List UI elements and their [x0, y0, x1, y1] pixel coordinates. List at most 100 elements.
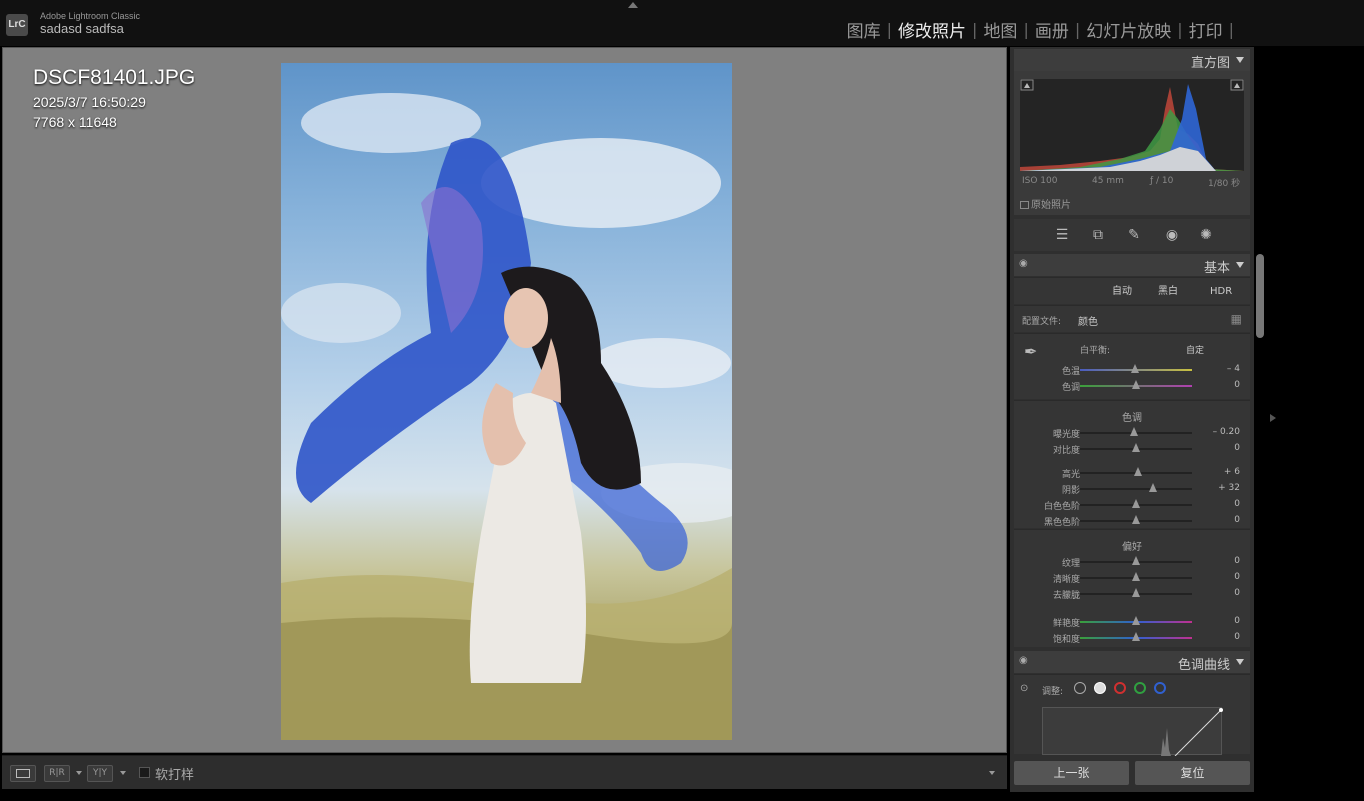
right-panel-toggle-icon[interactable] — [1270, 414, 1276, 422]
slider-thumb-icon[interactable] — [1132, 499, 1140, 508]
slider-thumb-icon[interactable] — [1132, 443, 1140, 452]
white-balance-slider-label: 色温 — [1061, 367, 1080, 377]
swap-dropdown-icon[interactable] — [120, 771, 126, 775]
photo-preview[interactable] — [281, 63, 732, 740]
white-balance-slider-track[interactable] — [1080, 364, 1192, 373]
tone-curve-graph[interactable] — [1042, 707, 1223, 757]
module-print[interactable]: 打印 — [1183, 17, 1229, 42]
presence-slider-track[interactable] — [1080, 588, 1192, 597]
red-eye-icon[interactable]: ◉ — [1162, 225, 1182, 245]
previous-button[interactable]: 上一张 — [1014, 761, 1129, 785]
masking-icon[interactable]: ✺ — [1196, 225, 1216, 245]
soft-proof-checkbox[interactable] — [139, 767, 150, 778]
photo-datetime: 2025/3/7 16:50:29 — [33, 94, 146, 110]
reset-button[interactable]: 复位 — [1135, 761, 1250, 785]
tone-curve-header[interactable]: ◉ 色调曲线 — [1014, 651, 1250, 673]
module-book[interactable]: 画册 — [1029, 17, 1075, 42]
red-channel-icon[interactable] — [1114, 682, 1126, 694]
auto-button[interactable]: 自动 — [1106, 284, 1138, 300]
tone-slider-value[interactable]: + 32 — [1218, 483, 1240, 493]
tone-slider-track[interactable] — [1080, 467, 1192, 476]
module-slideshow[interactable]: 幻灯片放映 — [1080, 17, 1177, 42]
slider-thumb-icon[interactable] — [1129, 427, 1138, 436]
healing-icon[interactable]: ✎ — [1124, 225, 1144, 245]
tone-slider-track[interactable] — [1080, 499, 1192, 508]
slider-thumb-icon[interactable] — [1132, 556, 1140, 565]
basic-title: 基本 — [1203, 261, 1230, 276]
histogram-graph — [1020, 79, 1244, 171]
before-after-button[interactable]: R|R — [44, 765, 70, 782]
parametric-curve-icon[interactable] — [1074, 682, 1086, 694]
presence-slider-track[interactable] — [1080, 572, 1192, 581]
image-canvas[interactable]: DSCF81401.JPG 2025/3/7 16:50:29 7768 x 1… — [2, 47, 1007, 753]
module-library[interactable]: 图库 — [841, 17, 887, 42]
tone-slider-value[interactable]: 0 — [1234, 443, 1240, 453]
slider-thumb-icon[interactable] — [1132, 616, 1140, 625]
presence-slider-track[interactable] — [1080, 616, 1192, 625]
bottom-toolbar: R|R Y|Y 软打样 — [2, 755, 1007, 789]
tone-slider-track[interactable] — [1080, 515, 1192, 524]
presence-slider-track[interactable] — [1080, 556, 1192, 565]
presence-slider-row: 去朦胧 0 — [1014, 586, 1250, 602]
slider-thumb-icon[interactable] — [1132, 632, 1140, 641]
white-balance-slider-track[interactable] — [1080, 380, 1192, 389]
hdr-button[interactable]: HDR — [1204, 284, 1238, 300]
wb-label: 白平衡: — [1080, 346, 1111, 356]
tone-slider-track[interactable] — [1080, 427, 1192, 436]
module-map[interactable]: 地图 — [977, 17, 1023, 42]
target-adjust-icon[interactable]: ⊙ — [1020, 683, 1028, 694]
panel-scrollbar[interactable] — [1256, 254, 1264, 338]
top-panel-toggle-icon[interactable] — [628, 2, 638, 8]
wb-select[interactable]: 自定 — [1186, 343, 1204, 356]
treatment-row: 自动 黑白 HDR — [1014, 277, 1250, 304]
white-balance-slider-value[interactable]: – 4 — [1227, 364, 1240, 374]
before-after-swap-button[interactable]: Y|Y — [87, 765, 113, 782]
profile-select[interactable]: 颜色 — [1078, 313, 1098, 328]
app-logo: LrC — [6, 14, 28, 36]
eye-icon[interactable]: ◉ — [1019, 259, 1029, 269]
edit-sliders-icon[interactable]: ☰ — [1052, 225, 1072, 245]
green-channel-icon[interactable] — [1134, 682, 1146, 694]
eye-icon[interactable]: ◉ — [1019, 656, 1029, 666]
slider-thumb-icon[interactable] — [1132, 380, 1140, 389]
toolbar-menu-icon[interactable] — [989, 771, 995, 775]
point-curve-white-icon[interactable] — [1094, 682, 1106, 694]
bw-button[interactable]: 黑白 — [1152, 284, 1184, 300]
tone-slider-value[interactable]: + 6 — [1224, 467, 1240, 477]
tone-slider-track[interactable] — [1080, 443, 1192, 452]
original-photo-toggle[interactable]: 原始照片 — [1020, 196, 1071, 211]
tone-section: 色调 曝光度 – 0.20 对比度 0 高光 + 6 阴影 + 32 白色色阶 0 黑色色阶 0 — [1014, 400, 1250, 528]
tone-slider-track[interactable] — [1080, 483, 1192, 492]
crop-icon[interactable]: ⧉ — [1088, 225, 1108, 245]
histogram-header[interactable]: 直方图 — [1014, 49, 1250, 71]
tone-slider-value[interactable]: 0 — [1234, 515, 1240, 525]
loupe-view-button[interactable] — [10, 765, 36, 782]
white-balance-slider-value[interactable]: 0 — [1234, 380, 1240, 390]
presence-slider-value[interactable]: 0 — [1234, 572, 1240, 582]
slider-thumb-icon[interactable] — [1134, 467, 1143, 476]
before-after-dropdown-icon[interactable] — [76, 771, 82, 775]
presence-slider-value[interactable]: 0 — [1234, 588, 1240, 598]
tone-slider-value[interactable]: 0 — [1234, 499, 1240, 509]
slider-thumb-icon[interactable] — [1148, 483, 1157, 492]
slider-thumb-icon[interactable] — [1132, 588, 1140, 597]
eyedropper-icon[interactable]: ✒ — [1024, 342, 1037, 361]
profile-browser-icon[interactable]: ▦ — [1231, 312, 1242, 326]
presence-slider-value[interactable]: 0 — [1234, 556, 1240, 566]
histogram-chart[interactable] — [1020, 79, 1244, 171]
tone-slider-value[interactable]: – 0.20 — [1213, 427, 1240, 437]
presence-slider-track[interactable] — [1080, 632, 1192, 641]
blue-channel-icon[interactable] — [1154, 682, 1166, 694]
presence-slider-value[interactable]: 0 — [1234, 616, 1240, 626]
original-photo-checkbox[interactable] — [1020, 201, 1029, 209]
presence-slider-row: 饱和度 0 — [1014, 630, 1250, 646]
photo-info-overlay: DSCF81401.JPG 2025/3/7 16:50:29 7768 x 1… — [33, 66, 195, 130]
presence-slider-value[interactable]: 0 — [1234, 632, 1240, 642]
slider-thumb-icon[interactable] — [1132, 572, 1140, 581]
tone-slider-label: 对比度 — [1052, 446, 1080, 456]
tone-slider-row: 曝光度 – 0.20 — [1014, 425, 1250, 441]
slider-thumb-icon[interactable] — [1132, 515, 1140, 524]
basic-header[interactable]: ◉ 基本 — [1014, 254, 1250, 276]
slider-thumb-icon[interactable] — [1130, 364, 1139, 373]
module-develop[interactable]: 修改照片 — [892, 17, 972, 42]
